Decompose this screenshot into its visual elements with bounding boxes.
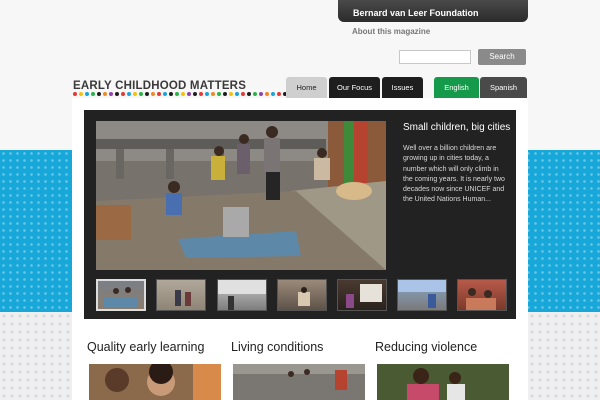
thumbnail-image (466, 288, 496, 310)
logo-dot (277, 92, 281, 96)
logo-dot (217, 92, 221, 96)
thumbnail-item[interactable] (96, 279, 146, 311)
logo-dot (163, 92, 167, 96)
logo-dot (169, 92, 173, 96)
logo-dot (73, 92, 77, 96)
section-title-reducing-violence[interactable]: Reducing violence (375, 340, 477, 354)
section-title-living-conditions[interactable]: Living conditions (231, 340, 323, 354)
section-image-reducing-violence[interactable] (377, 364, 509, 400)
thumbnail-image (104, 287, 138, 307)
about-magazine-link[interactable]: About this magazine (352, 27, 430, 36)
language-spanish-button[interactable]: Spanish (480, 77, 527, 98)
logo-dot (235, 92, 239, 96)
section-image-living-conditions[interactable] (233, 364, 365, 400)
thumbnail-image (298, 287, 310, 306)
logo-dot (253, 92, 257, 96)
logo-dot (151, 92, 155, 96)
logo-dot (145, 92, 149, 96)
feature-photo[interactable] (96, 121, 386, 270)
search-input[interactable] (399, 50, 471, 64)
logo-dot (193, 92, 197, 96)
logo-dot (187, 92, 191, 96)
logo-dot (97, 92, 101, 96)
logo-dot (271, 92, 275, 96)
logo-dot (199, 92, 203, 96)
thumbnail-item[interactable] (337, 279, 387, 311)
foundation-tab[interactable]: Bernard van Leer Foundation (338, 0, 528, 22)
section-image-quality-early-learning[interactable] (89, 364, 221, 400)
thumbnail-item[interactable] (277, 279, 327, 311)
tab-issues[interactable]: Issues (382, 77, 423, 98)
site-logo[interactable]: EARLY CHILDHOOD MATTERS (73, 80, 246, 92)
thumbnail-item[interactable] (217, 279, 267, 311)
thumbnail-item[interactable] (457, 279, 507, 311)
logo-dot (121, 92, 125, 96)
language-english-button[interactable]: English (434, 77, 479, 98)
section-photo (377, 364, 509, 400)
logo-dot (223, 92, 227, 96)
thumbnail-image (346, 284, 382, 308)
logo-dot (85, 92, 89, 96)
logo-dot (181, 92, 185, 96)
tab-home[interactable]: Home (286, 77, 327, 98)
logo-dot (157, 92, 161, 96)
logo-dot (109, 92, 113, 96)
logo-dot (79, 92, 83, 96)
logo-dot-strip (73, 92, 293, 96)
thumbnail-item[interactable] (397, 279, 447, 311)
logo-dot (241, 92, 245, 96)
thumbnail-item[interactable] (156, 279, 206, 311)
logo-dot (229, 92, 233, 96)
thumbnail-image (218, 280, 266, 310)
logo-dot (175, 92, 179, 96)
logo-dot (133, 92, 137, 96)
logo-dot (91, 92, 95, 96)
section-photo (233, 364, 365, 400)
logo-dot (259, 92, 263, 96)
thumbnail-image (175, 290, 191, 306)
tab-our-focus[interactable]: Our Focus (329, 77, 380, 98)
logo-dot (205, 92, 209, 96)
logo-dot (139, 92, 143, 96)
search-button[interactable]: Search (478, 49, 526, 65)
logo-dot (247, 92, 251, 96)
logo-dot (265, 92, 269, 96)
thumbnail-image (398, 280, 446, 308)
logo-dot (103, 92, 107, 96)
logo-dot (115, 92, 119, 96)
feature-photo-image (96, 121, 386, 270)
section-photo (89, 364, 221, 400)
feature-title[interactable]: Small children, big cities (403, 122, 510, 133)
logo-dot (127, 92, 131, 96)
section-title-quality-early-learning[interactable]: Quality early learning (87, 340, 204, 354)
logo-dot (211, 92, 215, 96)
feature-summary: Well over a billion children are growing… (403, 145, 505, 204)
